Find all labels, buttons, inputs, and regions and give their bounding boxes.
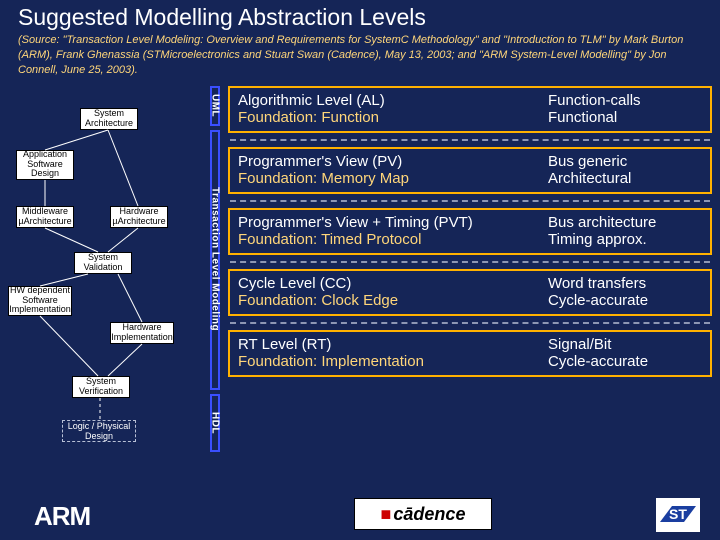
arm-logo: ARM: [34, 501, 90, 532]
level-name: RT Level (RT): [238, 336, 548, 353]
flow-diagram: SystemArchitecture ApplicationSoftwareDe…: [8, 84, 208, 462]
st-logo: ST: [656, 498, 700, 532]
level-al: Algorithmic Level (AL)Function-calls Fou…: [228, 86, 712, 133]
level-accuracy: Timing approx.: [548, 231, 702, 248]
vbar-hdl-label: HDL: [208, 392, 222, 454]
level-style: Function-calls: [548, 92, 702, 109]
level-foundation: Foundation: Function: [238, 109, 548, 126]
level-style: Bus generic: [548, 153, 702, 170]
vertical-scale-bar: UML Transaction Level Modeling HDL: [208, 84, 222, 462]
abstraction-levels: Algorithmic Level (AL)Function-calls Fou…: [228, 84, 712, 462]
level-style: Signal/Bit: [548, 336, 702, 353]
level-name: Cycle Level (CC): [238, 275, 548, 292]
level-separator: [230, 322, 710, 324]
level-name: Programmer's View (PV): [238, 153, 548, 170]
level-foundation: Foundation: Memory Map: [238, 170, 548, 187]
page-title: Suggested Modelling Abstraction Levels: [0, 0, 720, 31]
level-foundation: Foundation: Implementation: [238, 353, 548, 370]
source-citation: (Source: "Transaction Level Modeling: Ov…: [0, 31, 720, 84]
level-rt: RT Level (RT)Signal/Bit Foundation: Impl…: [228, 330, 712, 377]
main-diagram: SystemArchitecture ApplicationSoftwareDe…: [0, 84, 720, 462]
level-pv: Programmer's View (PV)Bus generic Founda…: [228, 147, 712, 194]
level-pvt: Programmer's View + Timing (PVT)Bus arch…: [228, 208, 712, 255]
level-accuracy: Functional: [548, 109, 702, 126]
vbar-uml-label: UML: [208, 84, 222, 128]
level-separator: [230, 200, 710, 202]
level-style: Bus architecture: [548, 214, 702, 231]
st-text: ST: [669, 506, 687, 522]
level-accuracy: Cycle-accurate: [548, 353, 702, 370]
level-style: Word transfers: [548, 275, 702, 292]
vbar-tlm-label: Transaction Level Modeling: [208, 128, 222, 392]
level-name: Programmer's View + Timing (PVT): [238, 214, 548, 231]
cadence-text: cādence: [393, 504, 465, 525]
level-accuracy: Cycle-accurate: [548, 292, 702, 309]
level-foundation: Foundation: Timed Protocol: [238, 231, 548, 248]
level-accuracy: Architectural: [548, 170, 702, 187]
level-name: Algorithmic Level (AL): [238, 92, 548, 109]
level-cc: Cycle Level (CC)Word transfers Foundatio…: [228, 269, 712, 316]
level-separator: [230, 261, 710, 263]
flow-connectors: [8, 84, 208, 462]
logo-bar: ARM ■cādence ST: [0, 494, 720, 536]
level-foundation: Foundation: Clock Edge: [238, 292, 548, 309]
level-separator: [230, 139, 710, 141]
cadence-logo: ■cādence: [354, 498, 492, 530]
